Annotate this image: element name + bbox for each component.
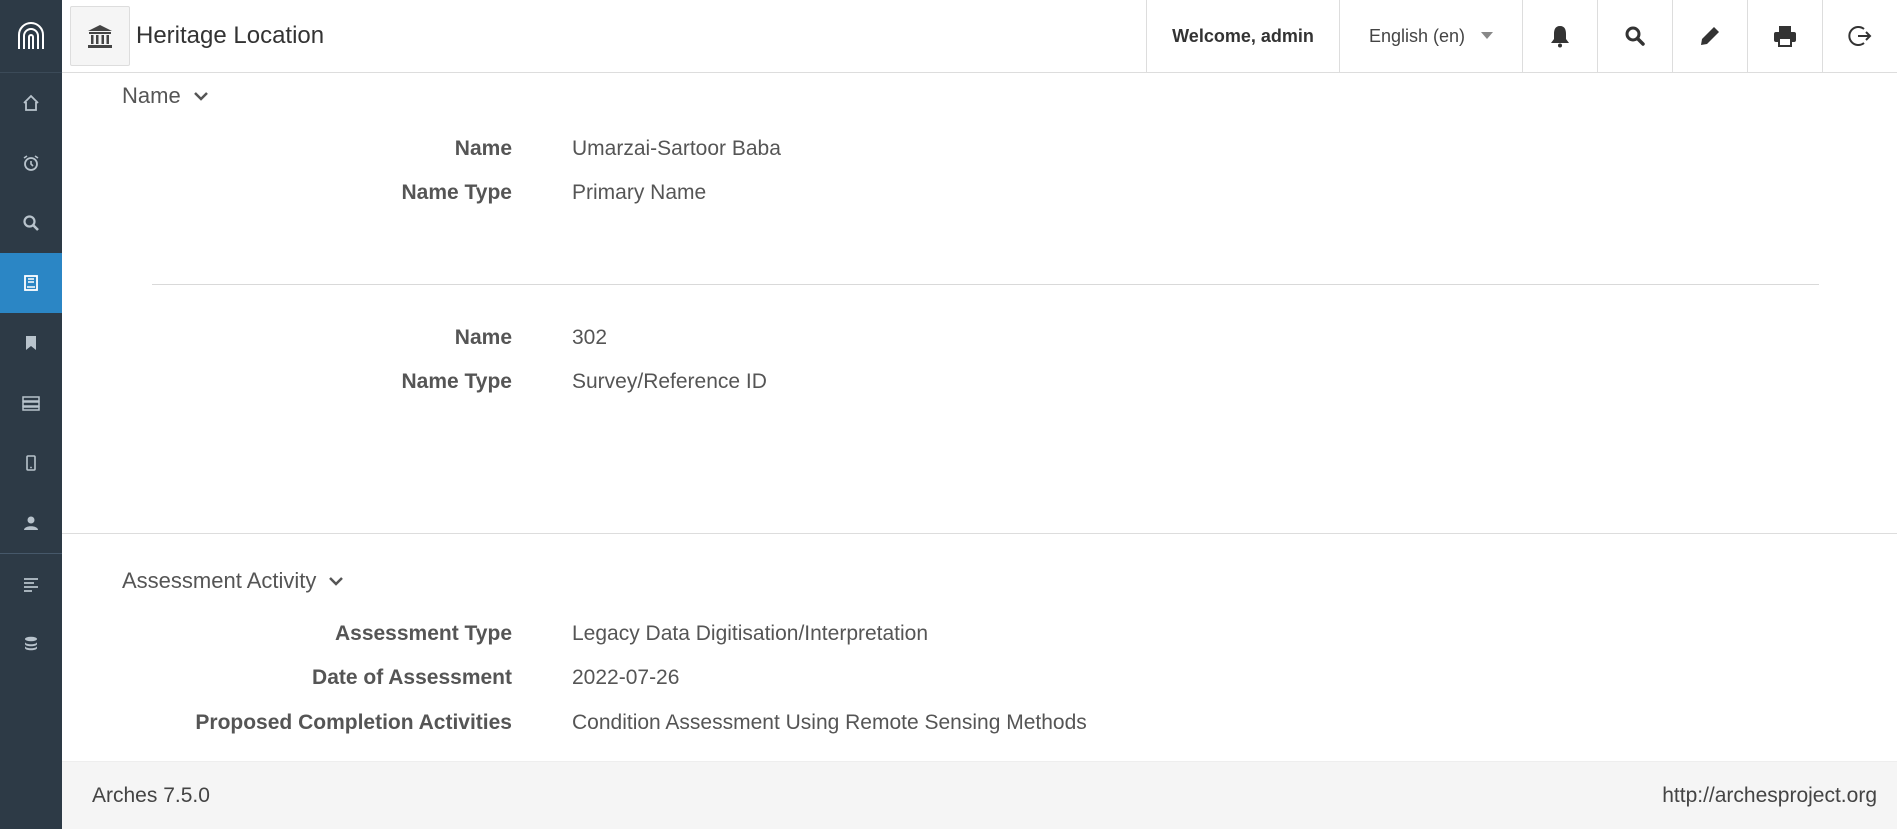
search-button[interactable] [1597,0,1672,72]
name-row: Name 302 [62,318,1897,358]
bell-icon [1551,26,1569,48]
assessment-section-title: Assessment Activity [122,568,317,593]
report-content: Name Name Umarzai-Sartoor Baba Name Type… [62,73,1897,761]
sidebar-item-search[interactable] [0,193,62,253]
mobile-icon [26,455,36,471]
sidebar-item-server[interactable] [0,373,62,433]
sign-out-icon [1848,26,1872,46]
assessment-section-header[interactable]: Assessment Activity [122,568,344,594]
project-link[interactable]: http://archesproject.org [1662,784,1877,808]
name-section-title: Name [122,83,181,108]
language-select-value: English (en) [1368,25,1466,46]
museum-icon [88,25,112,48]
alarm-clock-icon [23,155,39,171]
language-select[interactable]: English (en) [1339,0,1522,72]
name-type-row: Name Type Survey/Reference ID [62,362,1897,402]
edit-button[interactable] [1672,0,1747,72]
notifications-button[interactable] [1522,0,1597,72]
top-header: Heritage Location Welcome, admin English… [62,0,1897,73]
field-label: Name [454,326,512,349]
database-icon [25,636,37,651]
caret-down-icon [1481,32,1494,39]
print-icon [1774,26,1796,47]
field-value: 2022-07-26 [572,666,680,689]
name-row: Name Umarzai-Sartoor Baba [62,129,1897,169]
field-label: Name [454,137,512,160]
section-divider [62,533,1897,534]
sidebar-item-mobile[interactable] [0,433,62,493]
arches-logo-icon [18,22,44,49]
arches-logo[interactable] [0,0,62,73]
pencil-icon [1701,27,1719,45]
field-label: Assessment Type [334,622,512,645]
assessment-date-row: Date of Assessment 2022-07-26 [62,658,1897,698]
footer: Arches 7.5.0 http://archesproject.org [62,761,1897,829]
bookmark-icon [26,336,36,350]
search-icon [1625,26,1645,46]
sidebar [0,0,62,829]
field-label: Date of Assessment [312,666,512,689]
field-value: 302 [572,326,608,349]
chevron-down-icon [329,577,344,586]
header-actions: Welcome, admin English (en) [1146,0,1897,72]
chevron-down-icon [193,92,208,101]
name-section-header[interactable]: Name [122,83,209,109]
field-label: Name Type [401,181,513,204]
field-value: Umarzai-Sartoor Baba [572,137,781,160]
completion-activities-row: Proposed Completion Activities Condition… [62,703,1897,743]
logout-button[interactable] [1822,0,1897,72]
sidebar-item-notifications[interactable] [0,133,62,193]
field-label: Name Type [401,370,513,393]
user-icon [24,516,38,530]
resource-title: Heritage Location [136,22,325,49]
version-label: Arches 7.5.0 [92,783,210,807]
sidebar-item-profile[interactable] [0,493,62,553]
sidebar-item-resources[interactable] [0,253,62,313]
field-value: Primary Name [572,181,707,204]
name-type-row: Name Type Primary Name [62,173,1897,213]
resource-editor-icon [24,275,38,291]
server-icon [22,396,40,411]
sidebar-item-home[interactable] [0,73,62,133]
assessment-type-row: Assessment Type Legacy Data Digitisation… [62,614,1897,654]
sidebar-item-list[interactable] [0,554,62,614]
sidebar-item-database[interactable] [0,614,62,674]
print-button[interactable] [1747,0,1822,72]
search-icon [23,215,39,231]
resource-type-button[interactable] [70,6,130,66]
field-label: Proposed Completion Activities [195,711,512,734]
entry-divider [152,284,1819,285]
sidebar-item-bookmarks[interactable] [0,313,62,373]
list-icon [24,578,38,592]
field-value: Legacy Data Digitisation/Interpretation [572,622,929,645]
home-icon [23,94,39,111]
welcome-user-link[interactable]: Welcome, admin [1146,0,1339,72]
field-value: Condition Assessment Using Remote Sensin… [572,711,1087,734]
field-value: Survey/Reference ID [572,370,767,393]
